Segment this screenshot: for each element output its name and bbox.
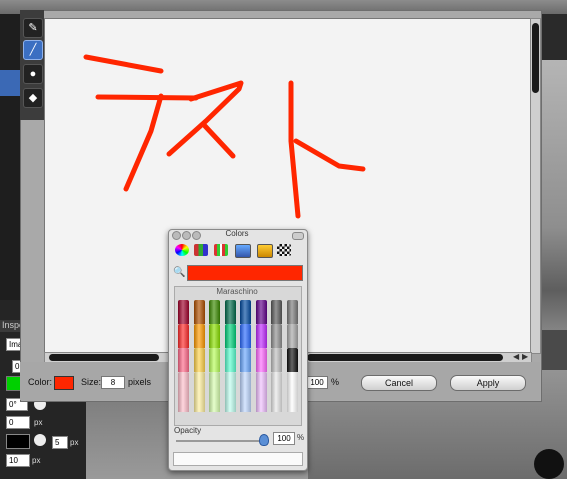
size-unit: pixels xyxy=(128,377,152,387)
scroll-thumb[interactable] xyxy=(307,354,503,361)
minimize-icon[interactable] xyxy=(182,231,191,240)
sidebar-selected-item[interactable] xyxy=(0,70,20,96)
opacity-slider-knob[interactable] xyxy=(259,434,269,446)
zoom-icon[interactable] xyxy=(192,231,201,240)
image-palettes-icon[interactable] xyxy=(235,244,251,258)
crayon[interactable] xyxy=(240,372,251,412)
apple-logo-icon xyxy=(534,449,564,479)
brush-color-well[interactable] xyxy=(54,376,74,390)
crayon[interactable] xyxy=(286,372,298,412)
brush-icon[interactable]: ╱ xyxy=(23,40,43,60)
stroke-width-field[interactable]: 5 xyxy=(52,436,68,449)
crayon[interactable] xyxy=(224,324,236,348)
scroll-thumb[interactable] xyxy=(49,354,159,361)
color-wheel-icon[interactable] xyxy=(175,244,189,256)
tool-palette: ✎ ╱ ● ◆ xyxy=(20,10,44,120)
close-icon[interactable] xyxy=(172,231,181,240)
size-label: Size: xyxy=(81,377,102,387)
scroll-right-icon[interactable]: ▶ xyxy=(522,352,528,361)
opacity-unit: % xyxy=(297,433,305,442)
stroke xyxy=(202,123,236,159)
crayon[interactable] xyxy=(224,300,236,324)
opacity-field[interactable]: 100 xyxy=(273,432,295,445)
crayon[interactable] xyxy=(271,372,282,412)
crayon[interactable] xyxy=(286,324,298,348)
crayon[interactable] xyxy=(178,324,189,348)
size-input[interactable]: 8 xyxy=(101,376,125,389)
dropper-icon[interactable]: ● xyxy=(23,64,43,84)
position-unit: px xyxy=(34,418,43,427)
stroke xyxy=(95,94,199,101)
scroll-thumb[interactable] xyxy=(532,23,539,93)
crayon[interactable] xyxy=(286,300,298,324)
opacity-slider[interactable] xyxy=(176,440,268,442)
crayon[interactable] xyxy=(271,300,282,324)
color-label: Color: xyxy=(28,377,53,387)
crayon[interactable] xyxy=(224,372,236,412)
crayon[interactable] xyxy=(209,348,220,372)
crayons-icon[interactable] xyxy=(257,244,273,258)
stroke xyxy=(166,80,244,157)
crayon[interactable] xyxy=(209,372,220,412)
stroke xyxy=(123,93,164,192)
crayon[interactable] xyxy=(178,372,189,412)
current-color-swatch[interactable] xyxy=(187,265,303,281)
crayon[interactable] xyxy=(178,300,189,324)
stroke xyxy=(83,54,164,74)
crayon[interactable] xyxy=(193,324,205,348)
stroke-knob[interactable] xyxy=(34,434,46,446)
crayon[interactable] xyxy=(193,300,205,324)
stroke-color-well[interactable] xyxy=(6,434,30,449)
opacity-label: Opacity xyxy=(174,426,202,435)
size-unit: px xyxy=(32,456,41,465)
color-sliders-icon[interactable] xyxy=(194,244,208,256)
crayon[interactable] xyxy=(209,324,220,348)
pencil-icon[interactable]: ✎ xyxy=(23,18,43,38)
position-field[interactable]: 0 xyxy=(6,416,30,429)
stroke xyxy=(288,80,301,219)
apply-button[interactable]: Apply xyxy=(450,375,526,391)
crayon[interactable] xyxy=(193,372,205,412)
stroke-unit: px xyxy=(70,438,79,447)
crayon[interactable] xyxy=(271,348,282,372)
scroll-left-icon[interactable]: ◀ xyxy=(513,352,519,361)
crayon[interactable] xyxy=(193,348,205,372)
crayon[interactable] xyxy=(255,372,267,412)
cancel-button[interactable]: Cancel xyxy=(361,375,437,391)
crayon[interactable] xyxy=(240,300,251,324)
crayon[interactable] xyxy=(255,324,267,348)
bucket-icon[interactable]: ◆ xyxy=(23,88,43,108)
size-field[interactable]: 10 xyxy=(6,454,30,467)
toolbar-toggle-icon[interactable] xyxy=(292,232,304,240)
crayon[interactable] xyxy=(271,324,282,348)
crayon-name: Maraschino xyxy=(216,287,258,296)
opacity-unit: % xyxy=(331,377,340,387)
spectrum-icon[interactable] xyxy=(277,244,291,256)
crayon[interactable] xyxy=(255,300,267,324)
crayon[interactable] xyxy=(255,348,267,372)
magnifier-icon[interactable]: 🔍 xyxy=(173,267,185,278)
crayon[interactable] xyxy=(224,348,236,372)
opacity-input[interactable]: 100 xyxy=(306,376,328,389)
vertical-scrollbar[interactable] xyxy=(530,18,541,354)
stroke xyxy=(293,138,366,172)
color-palettes-icon[interactable] xyxy=(214,244,228,256)
saved-color-wells[interactable] xyxy=(173,452,303,466)
crayon[interactable] xyxy=(240,348,251,372)
crayon[interactable] xyxy=(286,348,298,372)
crayon[interactable] xyxy=(240,324,251,348)
crayon[interactable] xyxy=(178,348,189,372)
crayon[interactable] xyxy=(209,300,220,324)
